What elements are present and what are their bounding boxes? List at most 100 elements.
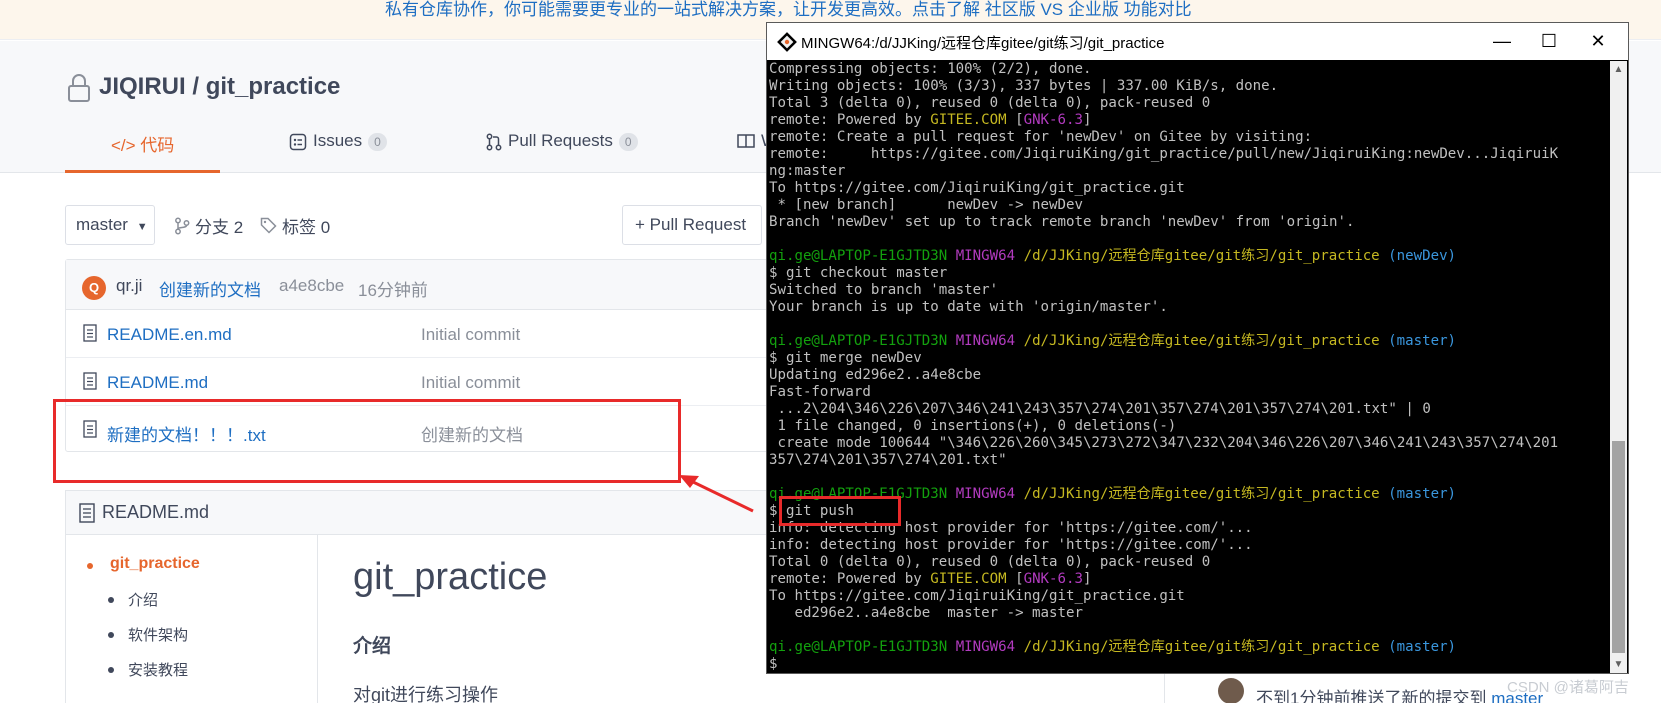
scroll-down-icon[interactable]: ▼ <box>1610 656 1627 673</box>
terminal-output[interactable]: Compressing objects: 100% (2/2), done. Wr… <box>769 61 1609 673</box>
file-name[interactable]: README.md <box>107 373 208 393</box>
terminal-text: Writing objects: 100% (3/3), 337 bytes |… <box>769 78 1279 94</box>
file-commit-message[interactable]: Initial commit <box>421 325 520 345</box>
terminal-line: 1 file changed, 0 insertions(+), 0 delet… <box>769 418 1609 435</box>
file-row[interactable]: README.en.md Initial commit <box>66 310 784 358</box>
branch-select-value: master <box>76 215 128 234</box>
terminal-line: Total 0 (delta 0), reused 0 (delta 0), p… <box>769 554 1609 571</box>
terminal-line: Total 3 (delta 0), reused 0 (delta 0), p… <box>769 95 1609 112</box>
tab-code[interactable]: </> 代码 <box>65 131 221 173</box>
terminal-line: Fast-forward <box>769 384 1609 401</box>
file-icon <box>83 324 97 342</box>
terminal-text: qi.ge@LAPTOP-E1GJTD3N <box>769 333 956 349</box>
readme-heading: git_practice <box>353 556 548 598</box>
terminal-text: GNK-6.3 <box>1023 112 1083 128</box>
commit-hash[interactable]: a4e8cbe <box>279 276 344 296</box>
toc-item[interactable]: 介绍 <box>128 589 158 610</box>
toc-item[interactable]: 软件架构 <box>128 624 188 645</box>
scrollbar-thumb[interactable] <box>1612 441 1625 653</box>
toc-bullet <box>108 632 114 638</box>
branches-link[interactable]: 分支 2 <box>174 213 243 238</box>
terminal-titlebar[interactable]: MINGW64:/d/JJKing/远程仓库gitee/git练习/git_pr… <box>767 23 1628 60</box>
commit-message[interactable]: 创建新的文档 <box>159 276 261 301</box>
banner-text[interactable]: 私有仓库协作，你可能需要更专业的一站式解决方案，让开发更高效。点击了解 社区版 … <box>385 0 1192 20</box>
repo-title[interactable]: JIQIRUI / git_practice <box>99 73 340 101</box>
terminal-text: MINGW64 <box>955 639 1024 655</box>
file-icon <box>79 503 95 523</box>
terminal-text: ] <box>1082 571 1092 587</box>
terminal-line: ed296e2..a4e8cbe master -> master <box>769 605 1609 622</box>
terminal-window[interactable]: MINGW64:/d/JJKing/远程仓库gitee/git练习/git_pr… <box>766 22 1629 674</box>
terminal-text: [ <box>1006 571 1024 587</box>
terminal-text: /d/JJKing/远程仓库gitee/git练习/git_practice <box>1023 248 1389 264</box>
watermark: CSDN @诸葛阿吉 <box>1507 679 1629 696</box>
branch-select[interactable]: master ▼ <box>65 205 155 245</box>
minimize-button[interactable]: — <box>1479 27 1525 57</box>
terminal-line: Updating ed296e2..a4e8cbe <box>769 367 1609 384</box>
toc-item[interactable]: git_practice <box>110 555 200 573</box>
terminal-text: ed296e2..a4e8cbe master -> master <box>769 605 1083 621</box>
tab-label: Issues <box>313 131 363 150</box>
terminal-title: MINGW64:/d/JJKing/远程仓库gitee/git练习/git_pr… <box>801 35 1165 52</box>
terminal-text: qi.ge@LAPTOP-E1GJTD3N <box>769 248 956 264</box>
terminal-text: Total 3 (delta 0), reused 0 (delta 0), p… <box>769 95 1211 111</box>
terminal-line: qi.ge@LAPTOP-E1GJTD3N MINGW64 /d/JJKing/… <box>769 333 1609 350</box>
pull-requests-count-badge: 0 <box>618 133 638 151</box>
readme-paragraph: 对git进行练习操作 <box>353 685 499 703</box>
terminal-line: $ <box>769 656 1609 673</box>
file-name[interactable]: README.en.md <box>107 325 232 345</box>
new-pull-request-button[interactable]: + Pull Request <box>622 205 762 245</box>
terminal-line: To https://gitee.com/JiqiruiKing/git_pra… <box>769 180 1609 197</box>
terminal-text: /d/JJKing/远程仓库gitee/git练习/git_practice <box>1023 333 1389 349</box>
terminal-text: MINGW64 <box>955 248 1024 264</box>
toc-item[interactable]: 安装教程 <box>128 659 188 680</box>
terminal-text: remote: Powered by <box>769 571 931 587</box>
close-button[interactable]: ✕ <box>1575 27 1621 57</box>
terminal-text: GITEE.COM <box>930 112 1007 128</box>
terminal-line: 357\274\201\357\274\201.txt" <box>769 452 1609 469</box>
avatar[interactable] <box>1218 678 1244 703</box>
tags-link[interactable]: 标签 0 <box>260 213 330 238</box>
commit-time: 16分钟前 <box>358 281 428 300</box>
terminal-text: MINGW64 <box>955 486 1024 502</box>
avatar[interactable]: Q <box>82 276 106 300</box>
caret-down-icon: ▼ <box>136 221 148 233</box>
terminal-text: $ <box>769 656 778 672</box>
terminal-line: * [new branch] newDev -> newDev <box>769 197 1609 214</box>
terminal-text: $ git merge newDev <box>769 350 922 366</box>
terminal-text: (master) <box>1388 486 1457 502</box>
terminal-text: To https://gitee.com/JiqiruiKing/git_pra… <box>769 180 1185 196</box>
terminal-text: remote: Create a pull request for 'newDe… <box>769 129 1313 145</box>
terminal-text: (newDev) <box>1388 248 1457 264</box>
scroll-up-icon[interactable]: ▲ <box>1610 61 1627 78</box>
terminal-line: Compressing objects: 100% (2/2), done. <box>769 61 1609 78</box>
highlight-box <box>779 496 901 526</box>
terminal-line: qi.ge@LAPTOP-E1GJTD3N MINGW64 /d/JJKing/… <box>769 639 1609 656</box>
annotation-arrow <box>679 475 754 513</box>
terminal-line: Switched to branch 'master' <box>769 282 1609 299</box>
pull-request-icon <box>486 133 502 151</box>
tab-pull-requests[interactable]: Pull Requests 0 <box>486 131 638 173</box>
issues-count-badge: 0 <box>368 133 387 151</box>
terminal-text: 357\274\201\357\274\201.txt" <box>769 452 1007 468</box>
terminal-text: /d/JJKing/远程仓库gitee/git练习/git_practice <box>1023 639 1389 655</box>
terminal-line: create mode 100644 "\346\226\260\345\273… <box>769 435 1609 452</box>
terminal-text: Compressing objects: 100% (2/2), done. <box>769 61 1092 77</box>
terminal-scrollbar[interactable]: ▲ ▼ <box>1610 61 1627 673</box>
git-bash-icon <box>777 32 797 52</box>
book-icon <box>737 134 755 148</box>
terminal-line: remote: Powered by GITEE.COM [GNK-6.3] <box>769 571 1609 588</box>
tab-issues[interactable]: Issues 0 <box>289 131 387 173</box>
commit-author[interactable]: qr.ji <box>116 276 142 296</box>
terminal-line: $ git checkout master <box>769 265 1609 282</box>
terminal-text: remote: Powered by <box>769 112 931 128</box>
terminal-text: ...2\204\346\226\207\346\241\243\357\274… <box>769 401 1431 417</box>
terminal-line: info: detecting host provider for 'https… <box>769 537 1609 554</box>
maximize-button[interactable]: ☐ <box>1526 27 1572 57</box>
terminal-line: remote: Create a pull request for 'newDe… <box>769 129 1609 146</box>
tags-label: 标签 0 <box>282 218 331 237</box>
branches-label: 分支 2 <box>195 218 244 237</box>
file-commit-message[interactable]: Initial commit <box>421 373 520 393</box>
